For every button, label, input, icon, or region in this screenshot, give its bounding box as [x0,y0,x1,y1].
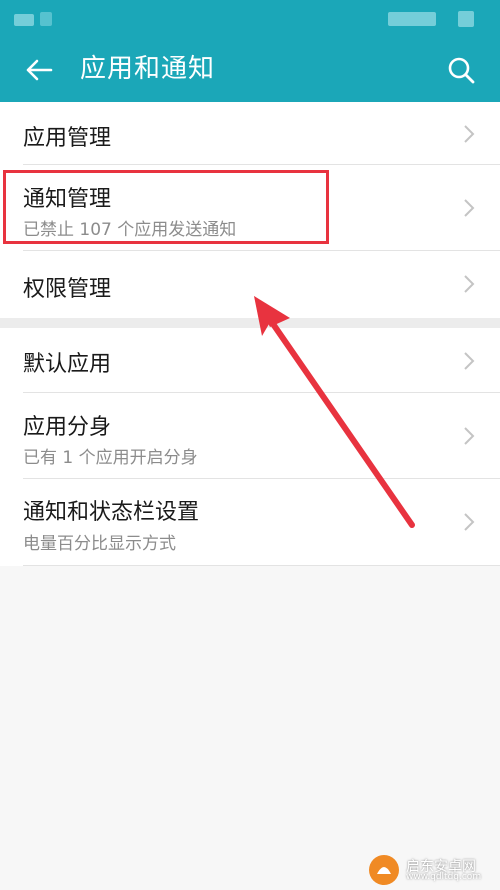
divider [23,565,500,566]
row-default-apps[interactable]: 默认应用 [0,328,500,392]
chevron-right-icon [464,199,475,217]
page-title: 应用和通知 [80,54,216,84]
status-blur-icon [14,14,34,26]
chevron-right-icon [464,427,475,445]
row-notification-statusbar-settings[interactable]: 通知和状态栏设置 电量百分比显示方式 [0,479,500,565]
app-bar: 应用和通知 [0,38,500,102]
status-bar [0,0,500,38]
row-label: 通知和状态栏设置 [23,500,200,525]
chevron-right-icon [464,275,475,293]
status-blur-icon [40,12,52,26]
row-label: 应用分身 [23,415,112,440]
search-button[interactable] [440,50,482,90]
row-sublabel: 电量百分比显示方式 [23,534,176,554]
row-label: 应用管理 [23,126,112,151]
status-blur-icon [388,12,436,26]
header: 应用和通知 [0,0,500,102]
row-label: 权限管理 [23,277,112,302]
section-gap [0,318,500,328]
settings-group-1: 应用管理 通知管理 已禁止 107 个应用发送通知 权限管理 [0,102,500,318]
watermark-url: www.qdltdq.com [406,872,482,882]
arrow-left-icon [26,59,53,81]
row-notification-management[interactable]: 通知管理 已禁止 107 个应用发送通知 [0,165,500,250]
chevron-right-icon [464,352,475,370]
search-icon [448,57,475,84]
watermark: 启东安卓网 www.qdltdq.com [368,854,498,886]
chevron-right-icon [464,513,475,531]
row-app-twin[interactable]: 应用分身 已有 1 个应用开启分身 [0,393,500,478]
watermark-logo-icon [369,855,399,885]
back-button[interactable] [18,50,60,90]
status-blur-icon [458,11,474,27]
row-label: 默认应用 [23,352,112,377]
row-label: 通知管理 [23,187,112,212]
row-permission-management[interactable]: 权限管理 [0,251,500,318]
row-app-management[interactable]: 应用管理 [0,102,500,164]
row-sublabel: 已禁止 107 个应用发送通知 [23,220,237,240]
settings-group-2: 默认应用 应用分身 已有 1 个应用开启分身 通知和状态栏设置 电量百分比显示方… [0,328,500,566]
row-sublabel: 已有 1 个应用开启分身 [23,448,198,468]
chevron-right-icon [464,125,475,143]
